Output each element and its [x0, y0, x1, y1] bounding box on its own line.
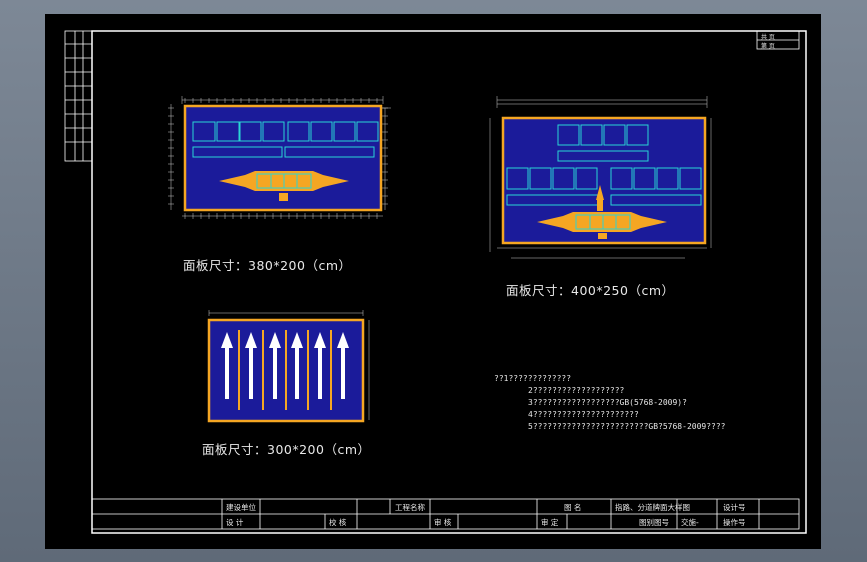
tb-drawing-no: 交施- — [681, 518, 699, 527]
tb-drawing-label: 图 名 — [564, 503, 582, 512]
drawing-canvas: 面板尺寸：380*200（cm） 面板尺寸：400*250（cm） 面板尺寸：3… — [45, 14, 821, 549]
tb-approve: 审 定 — [541, 518, 559, 527]
tb-designer-unit: 建设单位 — [226, 503, 256, 512]
corner-total-pages: 共 页 — [761, 34, 775, 41]
tb-project-name: 工程名称 — [395, 503, 425, 512]
title-block-grid — [91, 498, 800, 530]
tb-drawing-name: 指路、分道牌面大样图 — [615, 503, 690, 512]
tb-drawing-no-label: 图别图号 — [639, 518, 669, 527]
corner-page-no: 第 页 — [761, 43, 775, 50]
tb-check: 校 核 — [329, 518, 347, 527]
tb-design-no-label: 设计号 — [723, 503, 746, 512]
tb-sheet-label: 操作号 — [723, 518, 746, 527]
tb-design: 设 计 — [226, 518, 244, 527]
tb-review: 审 核 — [434, 518, 452, 527]
